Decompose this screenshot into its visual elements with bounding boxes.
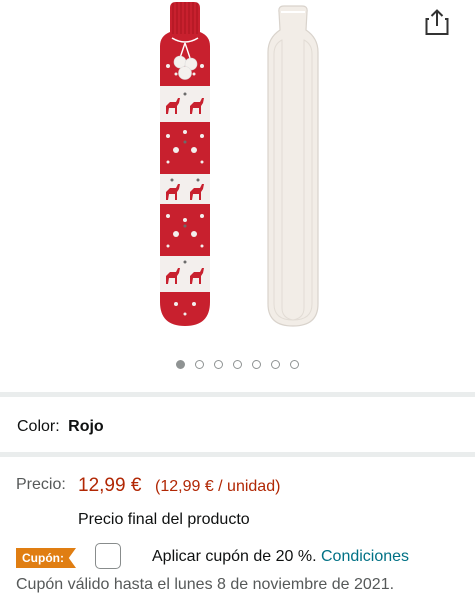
coupon-conditions-link[interactable]: Condiciones <box>321 548 409 565</box>
product-image-gallery[interactable] <box>0 0 475 390</box>
final-price-note: Precio final del producto <box>78 511 250 528</box>
color-selection: Color: Rojo <box>17 418 104 436</box>
coupon-checkbox[interactable] <box>95 543 121 569</box>
color-value: Rojo <box>68 418 104 435</box>
carousel-dot[interactable] <box>233 360 242 369</box>
red-knit-bottle-image <box>160 2 210 326</box>
carousel-dot[interactable] <box>271 360 280 369</box>
carousel-indicator[interactable] <box>0 356 475 370</box>
price-label: Precio: <box>16 476 66 493</box>
share-icon[interactable] <box>424 8 450 36</box>
carousel-dot[interactable] <box>195 360 204 369</box>
carousel-dot[interactable] <box>214 360 223 369</box>
price-per-unit: (12,99 € / unidad) <box>155 478 281 495</box>
coupon-apply-text: Aplicar cupón de 20 %. Condiciones <box>152 548 409 566</box>
coupon-validity-text: Cupón válido hasta el lunes 8 de noviemb… <box>16 576 395 593</box>
carousel-dot[interactable] <box>176 360 185 369</box>
carousel-dot[interactable] <box>290 360 299 369</box>
coupon-badge: Cupón: <box>16 548 76 568</box>
color-label: Color: <box>17 418 60 435</box>
carousel-dot[interactable] <box>252 360 261 369</box>
price-value: 12,99 € <box>78 475 142 496</box>
coupon-description: Aplicar cupón de 20 %. <box>152 548 317 565</box>
section-divider <box>0 392 475 397</box>
section-divider <box>0 452 475 457</box>
white-inner-bottle-image <box>267 5 319 327</box>
